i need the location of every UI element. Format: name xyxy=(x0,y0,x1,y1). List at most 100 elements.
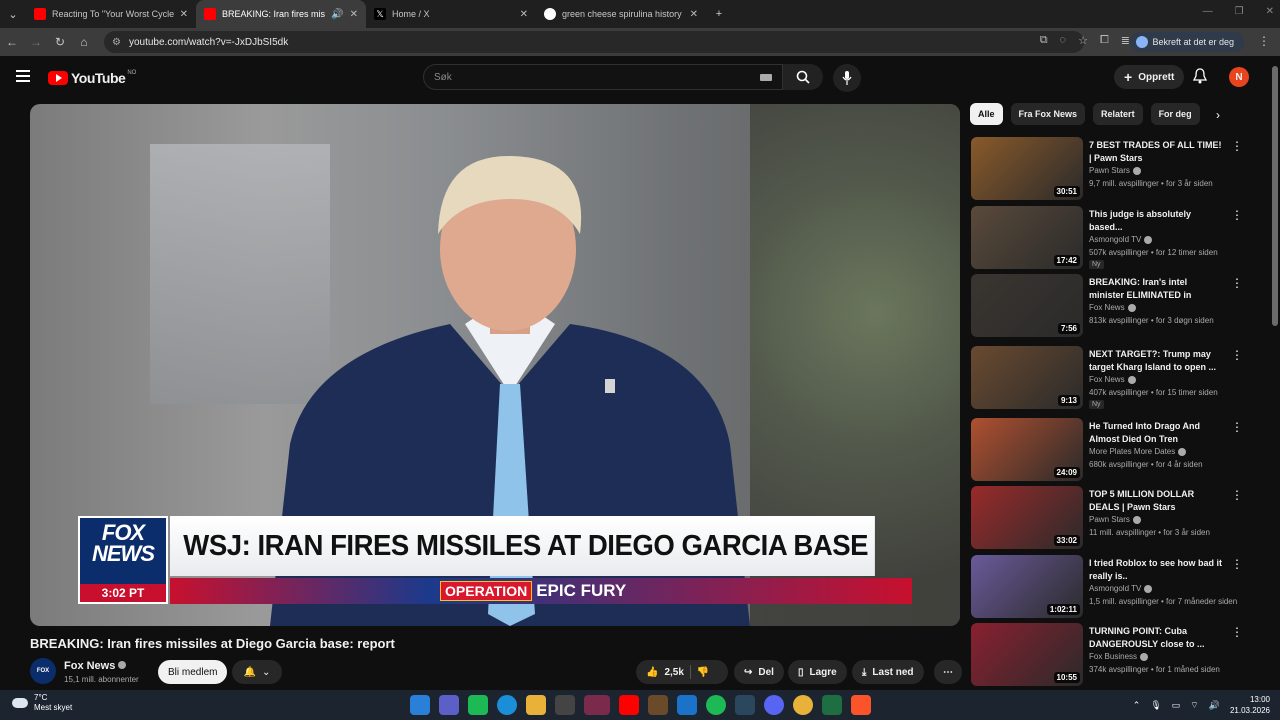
brave-icon[interactable] xyxy=(851,695,871,715)
recommendation-title[interactable]: BREAKING: Iran's intel minister ELIMINAT… xyxy=(1089,276,1224,303)
account-avatar[interactable]: N xyxy=(1229,67,1249,87)
discord-icon[interactable] xyxy=(764,695,784,715)
home-icon[interactable]: ⌂ xyxy=(72,35,96,49)
scrollbar-thumb[interactable] xyxy=(1272,66,1278,326)
forward-icon[interactable]: → xyxy=(24,35,48,49)
site-info-icon[interactable]: ⚙ xyxy=(112,37,121,48)
profile-confirm-button[interactable]: Bekreft at det er deg xyxy=(1130,32,1244,52)
more-vertical-icon[interactable]: ⋮ xyxy=(1231,625,1243,639)
eye-off-icon[interactable]: ◌ xyxy=(1060,34,1067,47)
video-thumbnail[interactable]: 24:09 xyxy=(971,418,1083,481)
recommendation-channel[interactable]: Fox News xyxy=(1089,303,1125,312)
display-icon[interactable]: ▭ xyxy=(1172,700,1181,711)
video-thumbnail[interactable]: 33:02 xyxy=(971,486,1083,549)
video-thumbnail[interactable]: 17:42 xyxy=(971,206,1083,269)
hamburger-menu-icon[interactable] xyxy=(16,70,30,82)
channel-avatar[interactable]: FOX xyxy=(30,658,56,684)
chip-for-you[interactable]: For deg xyxy=(1150,103,1200,125)
close-tab-icon[interactable]: ✕ xyxy=(690,9,698,20)
channel-name[interactable]: Fox News xyxy=(64,660,115,672)
chip-from-channel[interactable]: Fra Fox News xyxy=(1010,103,1086,125)
more-vertical-icon[interactable]: ⋮ xyxy=(1231,208,1243,222)
recommendation-item[interactable]: 30:51 7 BEST TRADES OF ALL TIME! | Pawn S… xyxy=(971,137,1246,201)
recommendation-title[interactable]: TURNING POINT: Cuba DANGEROUSLY close to… xyxy=(1089,625,1224,651)
chip-related[interactable]: Relatert xyxy=(1093,103,1143,125)
close-window-icon[interactable]: ✕ xyxy=(1266,6,1274,17)
url-field[interactable]: ⚙ youtube.com/watch?v=-JxDJbSI5dk xyxy=(104,31,1084,53)
volume-icon[interactable]: 🔊 xyxy=(1209,700,1220,711)
minimize-icon[interactable]: — xyxy=(1203,6,1213,17)
recommendation-title[interactable]: TOP 5 MILLION DOLLAR DEALS | Pawn Stars xyxy=(1089,488,1224,514)
recommendation-channel[interactable]: Fox Business xyxy=(1089,652,1137,661)
recommendation-item[interactable]: 1:02:11 I tried Roblox to see how bad it … xyxy=(971,555,1246,619)
more-vertical-icon[interactable]: ⋮ xyxy=(1231,348,1243,362)
save-button[interactable]: ▯ Lagre xyxy=(788,660,847,684)
extensions-icon[interactable]: ⧠ xyxy=(1100,34,1109,47)
outlook-icon[interactable] xyxy=(677,695,697,715)
recommendation-item[interactable]: 10:55 TURNING POINT: Cuba DANGEROUSLY clo… xyxy=(971,623,1246,687)
chrome-icon[interactable] xyxy=(793,695,813,715)
restore-icon[interactable]: ❐ xyxy=(1235,6,1244,17)
excel-icon[interactable] xyxy=(822,695,842,715)
chevron-right-icon[interactable]: › xyxy=(1216,108,1220,122)
bookmark-star-icon[interactable]: ☆ xyxy=(1078,34,1088,47)
recommendation-title[interactable]: This judge is absolutely based... xyxy=(1089,208,1224,234)
recommendation-channel[interactable]: More Plates More Dates xyxy=(1089,447,1175,456)
video-thumbnail[interactable]: 7:56 xyxy=(971,274,1083,337)
youtube-logo[interactable]: YouTube NO xyxy=(48,70,136,86)
recommendation-title[interactable]: NEXT TARGET?: Trump may target Kharg Isl… xyxy=(1089,348,1224,374)
recommendation-channel[interactable]: Pawn Stars xyxy=(1089,166,1130,175)
steam-icon[interactable] xyxy=(735,695,755,715)
windows-start-icon[interactable] xyxy=(410,695,430,715)
chevron-up-icon[interactable]: ⌃ xyxy=(1133,700,1141,711)
file-explorer-icon[interactable] xyxy=(526,695,546,715)
recommendation-item[interactable]: 7:56 BREAKING: Iran's intel minister ELIM… xyxy=(971,274,1246,338)
download-button[interactable]: ⤓ Last ned xyxy=(852,660,924,684)
join-button[interactable]: Bli medlem xyxy=(158,660,228,684)
scrollbar[interactable] xyxy=(1270,60,1280,690)
recommendation-channel[interactable]: Asmongold TV xyxy=(1089,235,1141,244)
browser-tab-0[interactable]: Reacting To "Your Worst Cycle" ✕ xyxy=(26,0,196,28)
video-thumbnail[interactable]: 30:51 xyxy=(971,137,1083,200)
search-button[interactable] xyxy=(783,64,823,90)
speaker-icon[interactable]: 🔊 xyxy=(331,9,343,20)
spotify-icon[interactable] xyxy=(706,695,726,715)
recommendation-title[interactable]: 7 BEST TRADES OF ALL TIME! | Pawn Stars xyxy=(1089,139,1224,165)
like-count[interactable]: 2,5k xyxy=(664,667,683,678)
browser-tab-1[interactable]: BREAKING: Iran fires missile 🔊 ✕ xyxy=(196,0,366,28)
browser-menu-icon[interactable]: ⋮ xyxy=(1258,34,1270,48)
network-icon[interactable]: ⌔ xyxy=(1190,700,1198,711)
reading-list-icon[interactable]: ≣ xyxy=(1121,34,1130,47)
reload-icon[interactable]: ↻ xyxy=(48,35,72,49)
new-tab-button[interactable]: + xyxy=(706,8,732,20)
recommendation-title[interactable]: He Turned Into Drago And Almost Died On … xyxy=(1089,420,1224,446)
weather-widget[interactable]: 7°C Mest skyet xyxy=(12,693,72,713)
more-vertical-icon[interactable]: ⋮ xyxy=(1231,139,1243,153)
video-player[interactable]: FOX NEWS 3:02 PT WSJ: IRAN FIRES MISSILE… xyxy=(30,104,960,626)
recommendation-item[interactable]: 17:42 This judge is absolutely based... As… xyxy=(971,206,1246,270)
store-icon[interactable] xyxy=(555,695,575,715)
more-vertical-icon[interactable]: ⋮ xyxy=(1231,488,1243,502)
tab-list-button[interactable]: ⌄ xyxy=(0,8,26,21)
browser-tab-3[interactable]: green cheese spirulina history ✕ xyxy=(536,0,706,28)
browser-tab-2[interactable]: 𝕏 Home / X ✕ xyxy=(366,0,536,28)
clock[interactable]: 13:00 21.03.2026 xyxy=(1230,694,1270,716)
more-vertical-icon[interactable]: ⋮ xyxy=(1231,420,1243,434)
recommendation-channel[interactable]: Asmongold TV xyxy=(1089,584,1141,593)
recommendation-channel[interactable]: Pawn Stars xyxy=(1089,515,1130,524)
recommendation-channel[interactable]: Fox News xyxy=(1089,375,1125,384)
recommendation-item[interactable]: 24:09 He Turned Into Drago And Almost Die… xyxy=(971,418,1246,482)
video-thumbnail[interactable]: 1:02:11 xyxy=(971,555,1083,618)
thumbs-down-icon[interactable]: 👎 xyxy=(697,667,709,678)
thumbs-up-icon[interactable]: 👍 xyxy=(646,667,658,678)
voice-search-button[interactable] xyxy=(833,64,861,92)
teams-icon[interactable] xyxy=(439,695,459,715)
app-icon[interactable] xyxy=(468,695,488,715)
create-button[interactable]: + Opprett xyxy=(1114,65,1185,89)
edge-icon[interactable] xyxy=(497,695,517,715)
video-thumbnail[interactable]: 10:55 xyxy=(971,623,1083,686)
youtube-app-icon[interactable] xyxy=(619,695,639,715)
search-input[interactable]: Søk xyxy=(423,64,783,90)
close-tab-icon[interactable]: ✕ xyxy=(520,9,528,20)
recommendation-item[interactable]: 9:13 NEXT TARGET?: Trump may target Kharg… xyxy=(971,346,1246,410)
